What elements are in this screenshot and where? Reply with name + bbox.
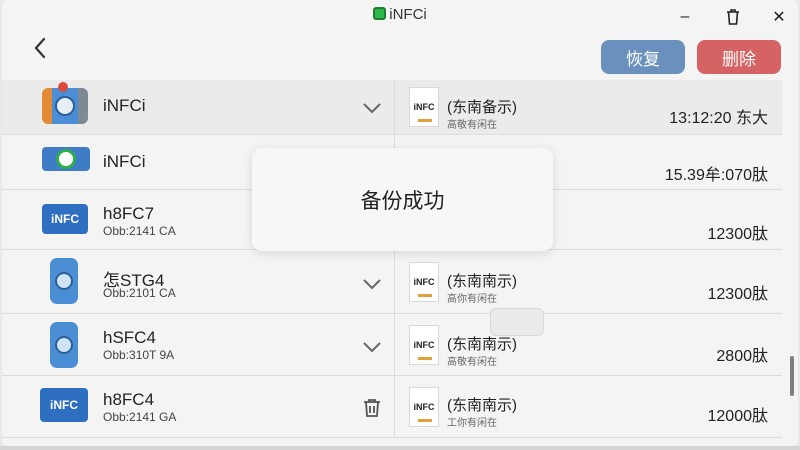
toast-message: 备份成功: [252, 148, 553, 251]
item-value: 12300肽: [707, 286, 769, 303]
item-name: h8FC4: [103, 390, 155, 409]
column-divider: [394, 250, 395, 314]
item-value: 12000肽: [707, 408, 769, 425]
list-item[interactable]: hSFC4 Obb:310T 9A iNFC (东南南示) 高敬有闲在 2800…: [2, 314, 782, 376]
ghost-button[interactable]: [490, 308, 544, 336]
detail-subtitle: 高敬有闲在: [447, 357, 497, 368]
minimize-icon: –: [680, 8, 690, 25]
title-bar: iNFCi – ✕: [2, 0, 798, 30]
detail-thumbnail: iNFC: [409, 325, 439, 365]
detail-thumbnail: iNFC: [409, 387, 439, 427]
app-title-text: iNFCi: [389, 6, 427, 23]
nfc-app-icon: [373, 7, 387, 20]
back-button[interactable]: [28, 34, 52, 62]
item-name: h8FC7: [103, 204, 155, 223]
list-item[interactable]: iNFC h8FC4 Obb:2141 GA iNFC (东南南示) 工你有闲在…: [2, 376, 782, 438]
close-icon: ✕: [772, 9, 786, 26]
trash-window-button[interactable]: [722, 6, 744, 28]
chevron-down-icon[interactable]: [360, 100, 384, 116]
detail-title: (东南南示): [447, 336, 517, 353]
detail-title: (东南南示): [447, 273, 517, 290]
item-value: 13:12:20 东大: [669, 110, 768, 127]
detail-thumbnail: iNFC: [409, 87, 439, 127]
item-name: hSFC4: [103, 328, 156, 347]
detail-subtitle: 高你有闲在: [447, 294, 497, 305]
item-subtitle: Obb:2141 CA: [103, 224, 176, 238]
item-subtitle: Obb:2141 GA: [103, 410, 177, 424]
item-value: 2800肽: [716, 348, 768, 365]
detail-title: (东南备示): [447, 99, 517, 116]
list-item[interactable]: iNFCi iNFC (东南备示) 高敬有闲在 13:12:20 东大: [2, 80, 782, 135]
scrollbar[interactable]: [790, 356, 794, 396]
nfc-card-thumbnail: iNFC: [42, 204, 88, 234]
nfc-tag-thumbnail: [42, 147, 90, 171]
nfc-card-thumbnail: iNFC: [40, 388, 88, 422]
app-window: iNFCi – ✕ 恢复 删除 iNFCi iNFC (东南备示) 高敬有闲在 …: [2, 0, 798, 446]
item-name: iNFCi: [103, 96, 146, 115]
column-divider: [394, 80, 395, 135]
detail-subtitle: 工你有闲在: [447, 418, 497, 429]
delete-button[interactable]: 删除: [697, 40, 781, 74]
trash-icon: [727, 9, 739, 25]
minimize-button[interactable]: –: [674, 6, 696, 28]
nfc-tag-thumbnail: [50, 322, 78, 368]
trash-icon[interactable]: [360, 396, 384, 420]
column-divider: [394, 314, 395, 376]
item-value: 12300肽: [707, 226, 769, 243]
item-subtitle: Obb:2101 CA: [103, 286, 176, 300]
restore-button[interactable]: 恢复: [601, 40, 685, 74]
backup-list: iNFCi iNFC (东南备示) 高敬有闲在 13:12:20 东大 iNFC…: [2, 80, 782, 446]
item-subtitle: Obb:310T 9A: [103, 348, 175, 362]
chevron-left-icon: [34, 37, 46, 59]
nfc-tag-thumbnail: [42, 82, 88, 124]
bottom-edge: [0, 446, 800, 450]
item-name: iNFCi: [103, 152, 146, 171]
list-item[interactable]: 怎STG4 Obb:2101 CA iNFC (东南南示) 高你有闲在 1230…: [2, 250, 782, 314]
nfc-tag-thumbnail: [50, 258, 78, 304]
chevron-down-icon[interactable]: [360, 339, 384, 355]
detail-thumbnail: iNFC: [409, 262, 439, 302]
item-value: 15.39牟:070肽: [664, 167, 768, 184]
chevron-down-icon[interactable]: [360, 276, 384, 292]
detail-subtitle: 高敬有闲在: [447, 120, 497, 131]
close-button[interactable]: ✕: [768, 6, 790, 28]
column-divider: [394, 376, 395, 438]
detail-title: (东南南示): [447, 397, 517, 414]
